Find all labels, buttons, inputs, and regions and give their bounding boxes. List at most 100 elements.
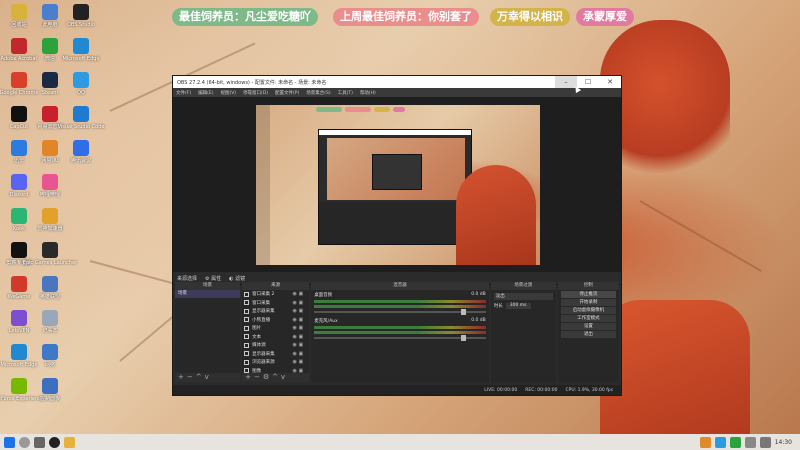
wallpaper-branch	[639, 200, 762, 272]
start-icon[interactable]	[4, 436, 15, 448]
desktop-icon[interactable]: Visual Studio Code	[58, 106, 104, 130]
control-button[interactable]: 退出	[560, 331, 617, 338]
desktop-icon-label: 回收站	[11, 22, 27, 28]
menu-item[interactable]: 文件(F)	[176, 90, 191, 96]
volume-slider[interactable]	[314, 309, 486, 315]
clock[interactable]: 14:30	[775, 439, 792, 446]
sources-toolbar[interactable]: +−⚙^v	[242, 373, 310, 382]
desktop-icon-label: Adobe Acrobat	[0, 56, 38, 62]
desktop-icon[interactable]: Microsoft Edge	[1, 344, 37, 368]
tray-app-icon[interactable]	[714, 436, 726, 448]
menu-item[interactable]: 场景集合(S)	[306, 90, 330, 96]
desktop-icon[interactable]: 网络	[35, 344, 65, 368]
source-item[interactable]: 显示器采集 ◉ ▣	[242, 307, 309, 316]
search-icon[interactable]	[19, 436, 30, 448]
scene-preview[interactable]	[256, 105, 540, 265]
tray-app-icon[interactable]	[729, 436, 741, 448]
desktop-icon[interactable]: 哔哩哔哩	[35, 174, 65, 198]
desktop-icon[interactable]: 网易UU	[35, 140, 65, 164]
control-button[interactable]: 工作室模式	[560, 315, 617, 322]
source-type-icon	[244, 351, 250, 357]
menu-item[interactable]: 工具(T)	[338, 90, 353, 96]
desktop-icon[interactable]: GeForce Experience	[0, 378, 44, 402]
volume-slider[interactable]	[314, 335, 486, 341]
desktop-icon[interactable]: 控制面板	[35, 378, 65, 402]
desktop-icon[interactable]: Adobe Acrobat	[1, 38, 37, 62]
desktop-icon[interactable]: 此电脑	[35, 4, 65, 28]
control-button[interactable]: 设置	[560, 323, 617, 330]
volume-meter	[314, 300, 486, 303]
desktop-icon[interactable]: Kook	[4, 208, 34, 232]
transition-duration-row: 时长 300 ms	[494, 303, 553, 309]
desktop-icon[interactable]: 腾讯会议	[66, 140, 96, 164]
source-item[interactable]: 浏览器来源 ◉ ▣	[242, 358, 309, 367]
eye-lock-icon[interactable]: ◉ ▣	[293, 308, 304, 314]
desktop-icon[interactable]: WeGame	[4, 276, 34, 300]
menu-item[interactable]: 编辑(E)	[198, 90, 213, 96]
explorer-taskbar-icon[interactable]	[64, 436, 75, 448]
desktop-icon-label: Kook	[12, 226, 26, 232]
source-label: 显示器采集	[252, 351, 275, 357]
source-label: 浏览器来源	[252, 360, 275, 366]
source-item[interactable]: 小熊直播 ◉ ▣	[242, 316, 309, 325]
eye-lock-icon[interactable]: ◉ ▣	[293, 342, 304, 348]
desktop-icon[interactable]: QQ	[66, 72, 96, 96]
source-item[interactable]: 文本 ◉ ▣	[242, 333, 309, 342]
desktop-icons: 回收站 此电脑 OBS Studio Adobe Acrobat 微信 Microsoft…	[0, 0, 104, 430]
close-button[interactable]: ✕	[599, 76, 621, 88]
transition-select[interactable]: 淡出	[493, 293, 553, 300]
app-icon	[42, 242, 58, 258]
scene-item[interactable]: 场景	[175, 290, 241, 298]
source-item[interactable]: 窗口采集 2 ◉ ▣	[242, 290, 309, 299]
taskview-icon[interactable]	[34, 436, 45, 448]
menu-item[interactable]: 配置文件(P)	[275, 90, 299, 96]
scenes-dock-title: 场景	[175, 282, 241, 290]
properties-button[interactable]: ⚙ 属性	[205, 275, 221, 282]
menu-item[interactable]: 视图(V)	[220, 90, 236, 96]
desktop-icon[interactable]: Steam	[35, 72, 65, 96]
desktop-icon[interactable]: LetsVPN	[4, 310, 34, 334]
desktop-icon[interactable]: Epic Games Launcher	[23, 242, 77, 266]
obs-window[interactable]: OBS 27.2.4 (64-bit, windows) - 配置文件: 未命名…	[172, 75, 622, 396]
source-item[interactable]: 窗口采集 ◉ ▣	[242, 299, 309, 308]
source-item[interactable]: 显示器采集 ◉ ▣	[242, 350, 309, 359]
maximize-button[interactable]: ☐	[577, 76, 599, 88]
desktop-icon[interactable]: OBS Studio	[66, 4, 96, 28]
obs-taskbar-icon[interactable]	[49, 436, 60, 448]
eye-lock-icon[interactable]: ◉ ▣	[293, 359, 304, 365]
source-item[interactable]: 媒体源 ◉ ▣	[242, 341, 309, 350]
mixer-db: 0.0 dB	[471, 318, 486, 323]
desktop-icon[interactable]: 回收站	[4, 4, 34, 28]
menu-item[interactable]: 帮助(H)	[360, 90, 376, 96]
eye-lock-icon[interactable]: ◉ ▣	[293, 325, 304, 331]
scenes-toolbar[interactable]: +−^v	[175, 373, 241, 382]
desktop-icon[interactable]: 记事本	[35, 310, 65, 334]
filters-button[interactable]: ◐ 滤镜	[229, 275, 245, 282]
desktop-icon[interactable]: 英雄联盟	[35, 276, 65, 300]
eye-lock-icon[interactable]: ◉ ▣	[293, 351, 304, 357]
eye-lock-icon[interactable]: ◉ ▣	[293, 291, 304, 297]
title-bar[interactable]: OBS 27.2.4 (64-bit, windows) - 配置文件: 未命名…	[173, 76, 621, 88]
eye-lock-icon[interactable]: ◉ ▣	[293, 334, 304, 340]
control-button[interactable]: 停止推流	[560, 291, 617, 298]
desktop-icon[interactable]: Discord	[4, 174, 34, 198]
control-button[interactable]: 启动虚拟摄像机	[560, 307, 617, 314]
desktop-icon[interactable]: Google Chrome	[0, 72, 38, 96]
app-icon	[42, 72, 58, 88]
duration-input[interactable]: 300 ms	[505, 303, 531, 309]
eye-lock-icon[interactable]: ◉ ▣	[293, 300, 304, 306]
desktop-icon[interactable]: CapCut	[4, 106, 34, 130]
control-button[interactable]: 开始录制	[560, 299, 617, 306]
desktop-icon[interactable]: 微信	[35, 38, 65, 62]
volume-icon[interactable]	[744, 436, 756, 448]
desktop-icon[interactable]: Microsoft Edge	[63, 38, 99, 62]
network-icon[interactable]	[759, 436, 771, 448]
tray-app-icon[interactable]	[699, 436, 711, 448]
preview-area[interactable]	[173, 97, 621, 272]
mixer-db: 0.0 dB	[471, 292, 486, 297]
source-item[interactable]: 图片 ◉ ▣	[242, 324, 309, 333]
desktop-icon[interactable]: 雷神加速器	[35, 208, 65, 232]
eye-lock-icon[interactable]: ◉ ▣	[293, 317, 304, 323]
menu-item[interactable]: 停靠窗口(D)	[243, 90, 268, 96]
desktop-icon[interactable]: 迅雷	[4, 140, 34, 164]
